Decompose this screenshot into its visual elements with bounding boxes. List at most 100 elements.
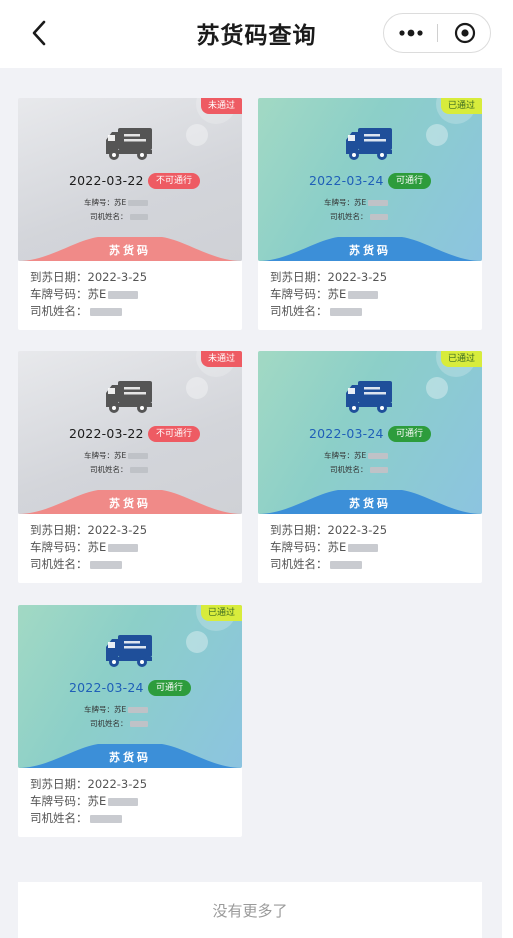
truck-icon — [106, 128, 152, 160]
pass-plate: 车牌号：苏E — [324, 450, 389, 461]
masked-text — [128, 707, 149, 713]
masked-text — [329, 560, 362, 569]
record-card[interactable]: 未通过 2022-03-22 不可通行 车牌号：苏E 司机姓名： 苏货码到苏日期：2022… — [18, 98, 242, 330]
arrival-date: 2022-3-25 — [327, 270, 388, 284]
arrival-date: 2022-3-25 — [87, 270, 148, 284]
masked-text — [89, 307, 122, 316]
pass-code-panel[interactable]: 已通过 2022-03-24 可通行 车牌号：苏E 司机姓名： 苏货码 — [18, 605, 242, 768]
decor-bubble — [426, 124, 448, 146]
masked-text — [348, 543, 379, 552]
plate-row: 车牌号码：苏E — [270, 286, 482, 303]
truck-icon — [106, 635, 152, 667]
plate-label: 车牌号码： — [30, 794, 88, 808]
pass-plate-label: 车牌号：苏E — [324, 198, 367, 207]
status-tag: 已通过 — [440, 98, 482, 114]
masked-text — [128, 200, 149, 206]
pass-driver: 司机姓名： — [90, 718, 148, 729]
brand-label: 苏货码 — [109, 751, 151, 764]
driver-label: 司机姓名： — [30, 304, 88, 318]
pass-code-panel[interactable]: 已通过 2022-03-24 可通行 车牌号：苏E 司机姓名： 苏货码 — [258, 351, 482, 514]
masked-text — [108, 290, 139, 299]
more-dots-icon — [398, 29, 423, 37]
truck-icon — [106, 381, 152, 413]
arrival-label: 到苏日期： — [30, 523, 88, 537]
masked-text — [108, 543, 139, 552]
pass-driver: 司机姓名： — [90, 211, 148, 222]
arrival-date: 2022-3-25 — [87, 523, 148, 537]
pass-code-panel[interactable]: 未通过 2022-03-22 不可通行 车牌号：苏E 司机姓名： 苏货码 — [18, 98, 242, 261]
plate-row: 车牌号码：苏E — [270, 539, 482, 556]
pass-date: 2022-03-24 — [309, 426, 384, 441]
pass-driver: 司机姓名： — [330, 464, 388, 475]
pass-code-panel[interactable]: 已通过 2022-03-24 可通行 车牌号：苏E 司机姓名： 苏货码 — [258, 98, 482, 261]
masked-text — [129, 214, 148, 220]
masked-text — [89, 814, 122, 823]
masked-text — [368, 453, 389, 459]
status-tag: 未通过 — [200, 98, 242, 114]
driver-row: 司机姓名： — [270, 556, 482, 573]
plate-prefix: 苏E — [87, 540, 107, 554]
truck-icon — [346, 381, 392, 413]
masked-text — [108, 797, 139, 806]
driver-label: 司机姓名： — [270, 557, 328, 571]
masked-text — [329, 307, 362, 316]
scrollbar-track — [502, 68, 513, 938]
plate-row: 车牌号码：苏E — [30, 793, 242, 810]
more-button[interactable] — [384, 14, 437, 52]
plate-label: 车牌号码： — [270, 287, 328, 301]
arrival-date-row: 到苏日期：2022-3-25 — [30, 522, 242, 539]
arrival-date: 2022-3-25 — [327, 523, 388, 537]
record-card[interactable]: 已通过 2022-03-24 可通行 车牌号：苏E 司机姓名： 苏货码 到苏日期：2022-… — [18, 605, 242, 837]
close-button[interactable] — [440, 14, 490, 52]
decor-bubble — [186, 631, 208, 653]
brand-label: 苏货码 — [349, 244, 391, 257]
brand-label: 苏货码 — [349, 497, 391, 510]
record-card[interactable]: 已通过 2022-03-24 可通行 车牌号：苏E 司机姓名： 苏货码 到苏日期：2022-… — [258, 98, 482, 330]
record-card[interactable]: 已通过 2022-03-24 可通行 车牌号：苏E 司机姓名： 苏货码 到苏日期：2022-… — [258, 351, 482, 583]
masked-text — [129, 721, 148, 727]
status-tag: 未通过 — [200, 351, 242, 367]
arrival-date-row: 到苏日期：2022-3-25 — [30, 776, 242, 793]
pass-code-panel[interactable]: 未通过 2022-03-22 不可通行 车牌号：苏E 司机姓名： 苏货码 — [18, 351, 242, 514]
arrival-date-row: 到苏日期：2022-3-25 — [30, 269, 242, 286]
brand-label: 苏货码 — [109, 497, 151, 510]
driver-row: 司机姓名： — [30, 303, 242, 320]
pass-plate: 车牌号：苏E — [324, 197, 389, 208]
masked-text — [129, 467, 148, 473]
masked-text — [348, 290, 379, 299]
arrival-label: 到苏日期： — [270, 523, 328, 537]
mini-program-capsule — [383, 13, 491, 53]
decor-bubble — [426, 377, 448, 399]
target-circle-icon — [454, 22, 476, 44]
record-info: 到苏日期：2022-3-25 车牌号码：苏E 司机姓名： — [18, 514, 242, 583]
masked-text — [368, 200, 389, 206]
pass-date: 2022-03-24 — [69, 680, 144, 695]
decor-bubble — [186, 377, 208, 399]
record-info: 到苏日期：2022-3-25 车牌号码：苏E 司机姓名： — [258, 261, 482, 330]
pass-driver-label: 司机姓名： — [330, 465, 368, 474]
pass-driver-label: 司机姓名： — [330, 212, 368, 221]
pass-plate: 车牌号：苏E — [84, 450, 149, 461]
pass-driver: 司机姓名： — [330, 211, 388, 222]
plate-label: 车牌号码： — [270, 540, 328, 554]
pass-date: 2022-03-22 — [69, 426, 144, 441]
record-card[interactable]: 未通过 2022-03-22 不可通行 车牌号：苏E 司机姓名： 苏货码 到苏日期：2022… — [18, 351, 242, 583]
driver-label: 司机姓名： — [30, 811, 88, 825]
driver-row: 司机姓名： — [270, 303, 482, 320]
pass-status-badge: 可通行 — [388, 173, 432, 189]
plate-label: 车牌号码： — [30, 540, 88, 554]
plate-prefix: 苏E — [327, 287, 347, 301]
plate-row: 车牌号码：苏E — [30, 286, 242, 303]
arrival-date-row: 到苏日期：2022-3-25 — [270, 522, 482, 539]
plate-row: 车牌号码：苏E — [30, 539, 242, 556]
pass-plate: 车牌号：苏E — [84, 704, 149, 715]
arrival-label: 到苏日期： — [30, 777, 88, 791]
driver-row: 司机姓名： — [30, 810, 242, 827]
pass-driver-label: 司机姓名： — [90, 212, 128, 221]
pass-plate-label: 车牌号：苏E — [84, 705, 127, 714]
pass-status-badge: 可通行 — [388, 426, 432, 442]
plate-prefix: 苏E — [87, 287, 107, 301]
record-info: 到苏日期：2022-3-25 车牌号码：苏E 司机姓名： — [18, 261, 242, 330]
arrival-label: 到苏日期： — [30, 270, 88, 284]
pass-status-badge: 不可通行 — [148, 426, 201, 442]
